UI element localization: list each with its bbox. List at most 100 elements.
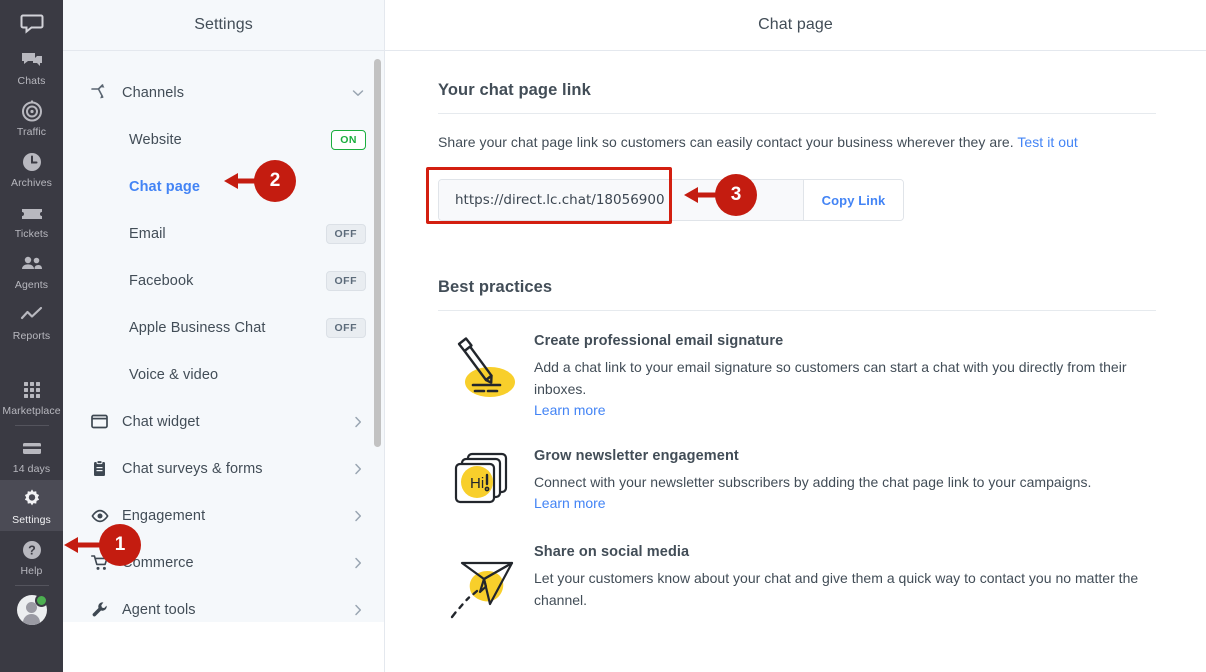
main-body: Your chat page link Share your chat page… — [385, 51, 1206, 624]
sidebar-label-apple-business-chat: Apple Business Chat — [129, 319, 266, 336]
clipboard-icon — [91, 460, 111, 477]
rail-logo-button[interactable] — [0, 0, 63, 41]
eye-icon — [91, 507, 111, 525]
speech-bubble-icon — [19, 10, 45, 36]
sidebar-label-engagement: Engagement — [122, 507, 206, 524]
test-it-out-link[interactable]: Test it out — [1017, 134, 1077, 150]
rail-item-archives[interactable]: Archives — [0, 143, 63, 194]
best-practice-body: Connect with your newsletter subscribers… — [534, 474, 1092, 490]
best-practices-divider — [438, 310, 1156, 311]
gear-icon — [19, 486, 45, 512]
best-practice-title: Share on social media — [534, 544, 690, 560]
reports-icon — [19, 302, 45, 328]
rail-divider-bottom — [14, 585, 49, 586]
best-practice-body: Add a chat link to your email signature … — [534, 359, 1127, 397]
sidebar-item-website[interactable]: Website ON — [63, 116, 384, 163]
best-practice-text: Share on social media Let your customers… — [534, 544, 1156, 624]
settings-panel: Settings Channels Website ON Chat page E… — [63, 0, 385, 672]
window-icon — [91, 413, 111, 430]
paper-plane-illustration — [438, 544, 534, 624]
sidebar-item-email[interactable]: Email OFF — [63, 210, 384, 257]
settings-scrollbar-thumb[interactable] — [374, 59, 381, 447]
best-practices-heading: Best practices — [438, 278, 553, 296]
svg-text:Hi: Hi — [470, 475, 484, 492]
best-practice-text: Grow newsletter engagement Connect with … — [534, 448, 1156, 516]
chevron-down-icon[interactable] — [350, 86, 366, 100]
clock-icon — [19, 149, 45, 175]
status-badge-apple-business-chat: OFF — [325, 317, 366, 338]
rail-label-chats: Chats — [17, 75, 46, 87]
chat-page-link-description: Share your chat page link so customers c… — [438, 132, 1156, 152]
chevron-right-icon — [350, 509, 366, 523]
rail-item-traffic[interactable]: Traffic — [0, 92, 63, 143]
rail-item-settings[interactable]: Settings — [0, 480, 63, 531]
rail-label-archives: Archives — [10, 177, 53, 189]
sidebar-label-facebook: Facebook — [129, 272, 194, 289]
best-practice-body: Let your customers know about your chat … — [534, 570, 1139, 608]
annotation-badge-3: 3 — [715, 174, 757, 216]
sidebar-label-website: Website — [129, 131, 182, 148]
page-title: Chat page — [758, 16, 833, 33]
sidebar-item-agent-tools[interactable]: Agent tools — [63, 586, 384, 622]
status-badge-facebook: OFF — [325, 270, 366, 291]
rail-item-tickets[interactable]: Tickets — [0, 194, 63, 245]
primary-nav-rail: Chats Traffic Archives Tickets Agents Re… — [0, 0, 63, 672]
agents-icon — [19, 251, 45, 277]
rail-item-agents[interactable]: Agents — [0, 245, 63, 296]
sidebar-item-chat-surveys-forms[interactable]: Chat surveys & forms — [63, 445, 384, 492]
rail-item-marketplace[interactable]: Marketplace — [0, 371, 63, 422]
rail-label-tickets: Tickets — [14, 228, 49, 240]
list-item: Share on social media Let your customers… — [438, 544, 1156, 624]
sidebar-item-facebook[interactable]: Facebook OFF — [63, 257, 384, 304]
rail-item-trial[interactable]: 14 days — [0, 429, 63, 480]
annotation-highlight-box-3 — [426, 167, 672, 224]
learn-more-link[interactable]: Learn more — [534, 495, 606, 511]
svg-text:?: ? — [28, 544, 36, 558]
settings-panel-header: Settings — [63, 0, 384, 51]
rail-item-chats[interactable]: Chats — [0, 41, 63, 92]
main-header: Chat page — [385, 0, 1206, 51]
section-divider — [438, 113, 1156, 114]
traffic-icon — [19, 98, 45, 124]
annotation-badge-1: 1 — [99, 524, 141, 566]
rail-label-agents: Agents — [14, 279, 49, 291]
chevron-right-icon — [350, 603, 366, 617]
app-root: Chats Traffic Archives Tickets Agents Re… — [0, 0, 1206, 672]
best-practice-title: Grow newsletter engagement — [534, 448, 739, 464]
chevron-right-icon — [350, 556, 366, 570]
avatar[interactable] — [16, 594, 48, 625]
description-text: Share your chat page link so customers c… — [438, 134, 1014, 150]
sidebar-item-voice-video[interactable]: Voice & video — [63, 351, 384, 398]
avatar-body — [23, 614, 40, 625]
status-badge-website: ON — [331, 129, 366, 150]
copy-link-button[interactable]: Copy Link — [804, 180, 903, 220]
nav-label-channels: Channels — [122, 84, 185, 101]
chats-icon — [19, 47, 45, 73]
best-practices-list: Create professional email signature Add … — [438, 333, 1156, 624]
list-item: Hi Grow newsletter engagement Connect wi… — [438, 448, 1156, 516]
help-icon: ? — [19, 537, 45, 563]
sidebar-label-commerce: Commerce — [122, 554, 194, 571]
sidebar-item-apple-business-chat[interactable]: Apple Business Chat OFF — [63, 304, 384, 351]
rail-item-help[interactable]: ? Help — [0, 531, 63, 582]
sidebar-label-chat-widget: Chat widget — [122, 413, 200, 430]
grid-icon — [19, 377, 45, 403]
ticket-icon — [19, 200, 45, 226]
nav-group-channels[interactable]: Channels — [63, 69, 384, 116]
annotation-badge-2: 2 — [254, 160, 296, 202]
rail-label-marketplace: Marketplace — [2, 405, 61, 417]
rail-label-help: Help — [20, 565, 43, 577]
newsletter-cards-illustration: Hi — [438, 448, 534, 516]
sidebar-item-chat-widget[interactable]: Chat widget — [63, 398, 384, 445]
rail-item-reports[interactable]: Reports — [0, 296, 63, 347]
online-status-dot — [34, 594, 48, 607]
settings-scrollbar-track[interactable] — [374, 51, 383, 622]
rail-divider — [14, 425, 49, 426]
rail-label-trial: 14 days — [12, 463, 51, 475]
settings-title: Settings — [194, 16, 253, 33]
best-practice-text: Create professional email signature Add … — [534, 333, 1156, 420]
branch-icon — [91, 83, 111, 102]
rail-label-reports: Reports — [12, 330, 51, 342]
learn-more-link[interactable]: Learn more — [534, 402, 606, 418]
credit-card-icon — [19, 435, 45, 461]
